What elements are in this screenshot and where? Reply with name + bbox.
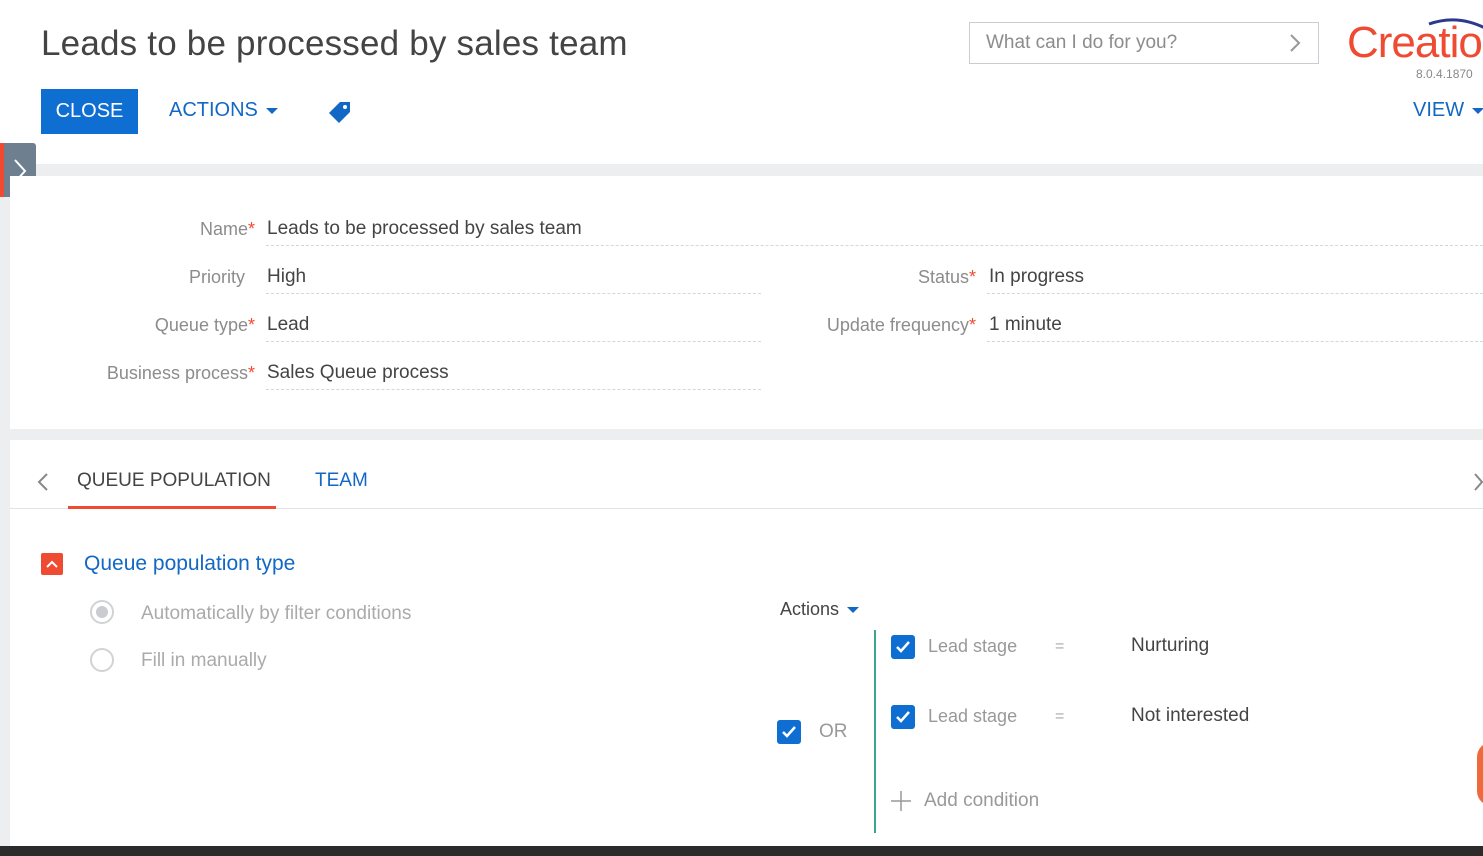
checkmark-icon <box>896 711 910 723</box>
logo-swoosh-icon <box>1428 18 1483 29</box>
checkmark-icon <box>896 641 910 653</box>
field-business-process: Business process* Sales Queue process <box>10 356 770 390</box>
condition-operator[interactable]: = <box>1055 708 1064 726</box>
field-label: Status* <box>917 267 976 287</box>
field-name: Name* Leads to be processed by sales tea… <box>10 212 1483 246</box>
group-collapse-button[interactable] <box>41 553 63 575</box>
record-fields-card: Name* Leads to be processed by sales tea… <box>10 176 1483 429</box>
checkmark-icon <box>782 726 796 738</box>
view-menu-button[interactable]: VIEW <box>1413 99 1483 122</box>
plus-icon <box>891 791 911 811</box>
filter-actions-menu[interactable]: Actions <box>780 599 860 620</box>
active-tab-indicator <box>68 506 276 509</box>
field-label: Update frequency* <box>826 315 976 335</box>
command-search-box[interactable] <box>969 22 1319 64</box>
name-field[interactable]: Leads to be processed by sales team <box>266 212 1483 246</box>
group-operator-label[interactable]: OR <box>819 721 848 743</box>
radio-fill-manually[interactable] <box>90 648 114 672</box>
condition-column[interactable]: Lead stage <box>928 636 1017 657</box>
chevron-right-icon[interactable] <box>1472 472 1483 492</box>
chevron-left-icon[interactable] <box>36 472 50 492</box>
page-title: Leads to be processed by sales team <box>41 24 628 63</box>
group-enabled-checkbox[interactable] <box>777 720 801 744</box>
tab-team[interactable]: TEAM <box>315 470 368 492</box>
radio-auto-filter[interactable] <box>90 600 114 624</box>
creatio-logo: Creatio <box>1347 14 1483 64</box>
condition-operator[interactable]: = <box>1055 638 1064 656</box>
condition-enabled-checkbox[interactable] <box>891 635 915 659</box>
caret-down-icon <box>847 606 860 613</box>
field-queue-type: Queue type* Lead <box>10 308 770 342</box>
field-update-frequency: Update frequency* 1 minute <box>770 308 1483 342</box>
actions-menu-label: ACTIONS <box>169 99 258 121</box>
page-header: Leads to be processed by sales team Crea… <box>0 0 1483 164</box>
command-search-input[interactable] <box>986 32 1276 54</box>
group-title[interactable]: Queue population type <box>84 552 295 576</box>
status-field[interactable]: In progress <box>987 260 1483 294</box>
tabs-card: QUEUE POPULATION TEAM Queue population t… <box>10 440 1483 846</box>
chevron-right-icon[interactable] <box>1286 32 1304 54</box>
caret-down-icon <box>1472 107 1483 114</box>
condition-value[interactable]: Not interested <box>1131 705 1249 727</box>
queue-type-field[interactable]: Lead <box>266 308 761 342</box>
filter-group-line <box>874 630 876 833</box>
field-status: Status* In progress <box>770 260 1483 294</box>
business-process-field[interactable]: Sales Queue process <box>266 356 761 390</box>
add-condition-button[interactable]: Add condition <box>890 790 1039 812</box>
caret-down-icon <box>265 107 278 114</box>
help-widget-button[interactable] <box>1477 742 1483 806</box>
condition-value[interactable]: Nurturing <box>1131 635 1209 657</box>
taskbar-strip <box>0 846 1483 856</box>
condition-column[interactable]: Lead stage <box>928 706 1017 727</box>
condition-enabled-checkbox[interactable] <box>891 705 915 729</box>
tag-icon[interactable] <box>328 100 352 124</box>
app-version: 8.0.4.1870 <box>1416 67 1473 81</box>
field-label: Name* <box>199 219 255 239</box>
close-button[interactable]: CLOSE <box>41 89 138 134</box>
field-label: Priority <box>188 267 245 287</box>
chevron-up-icon <box>46 560 58 568</box>
filter-actions-label: Actions <box>780 599 840 619</box>
field-label: Business process* <box>106 363 255 383</box>
radio-label: Automatically by filter conditions <box>141 603 412 624</box>
actions-menu-button[interactable]: ACTIONS <box>169 99 278 122</box>
update-frequency-field[interactable]: 1 minute <box>987 308 1483 342</box>
priority-field[interactable]: High <box>266 260 761 294</box>
tab-queue-population[interactable]: QUEUE POPULATION <box>77 470 271 492</box>
view-menu-label: VIEW <box>1413 99 1465 121</box>
radio-label: Fill in manually <box>141 650 267 671</box>
add-condition-label: Add condition <box>924 790 1040 811</box>
field-label: Queue type* <box>154 315 255 335</box>
tab-bar: QUEUE POPULATION TEAM <box>10 440 1483 509</box>
field-priority: Priority High <box>10 260 770 294</box>
